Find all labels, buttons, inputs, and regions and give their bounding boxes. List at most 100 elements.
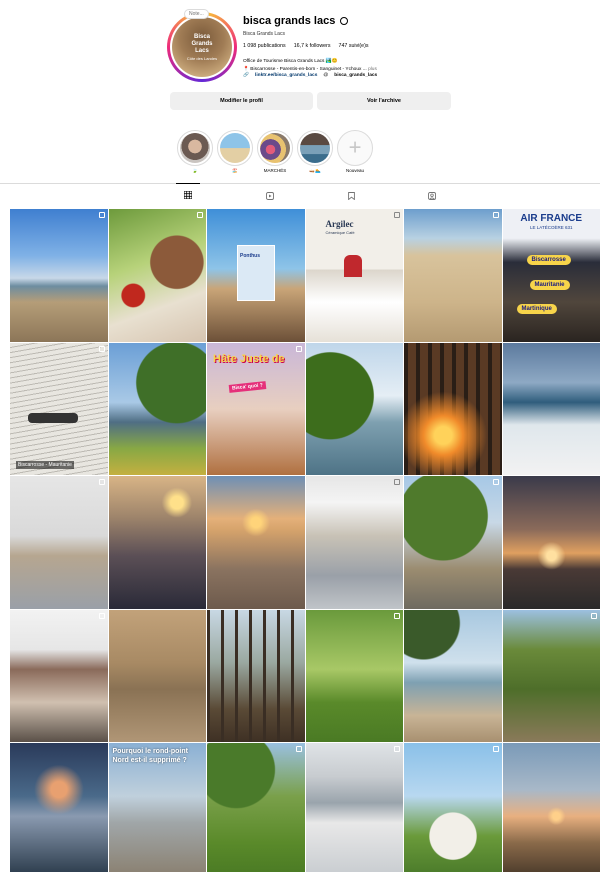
post-24[interactable] (502, 609, 600, 743)
new-highlight-label: Nouveau (345, 168, 364, 173)
carousel-icon (492, 479, 499, 486)
post-11[interactable] (404, 342, 502, 476)
profile-avatar[interactable]: Bisca Grands Lacs Côte des Landes (167, 12, 237, 82)
carousel-icon (98, 345, 105, 352)
view-archive-button[interactable]: Voir l'archive (317, 92, 451, 110)
avatar-logo-subtext: Côte des Landes (186, 55, 218, 61)
note-bubble[interactable]: Note... (184, 9, 209, 19)
highlight-1-image (180, 133, 210, 163)
post-17[interactable] (404, 476, 502, 609)
reels-icon (266, 192, 274, 200)
post-18[interactable] (502, 476, 600, 609)
highlight-2[interactable] (217, 130, 253, 166)
new-highlight-button[interactable]: + (337, 130, 373, 166)
highlight-4-image (300, 133, 330, 163)
post-13[interactable] (10, 476, 108, 609)
bio-more-link[interactable]: plus (368, 67, 377, 72)
post-4[interactable]: Argilec Céramique Café (305, 209, 403, 342)
carousel-icon (492, 212, 499, 218)
tab-reels[interactable] (258, 186, 282, 206)
pink-subtitle: Bisca' quoi ? (228, 380, 267, 393)
carousel-icon (394, 212, 400, 218)
carousel-icon (295, 746, 302, 753)
seaplane-image (28, 412, 78, 423)
following-count[interactable]: 747 suivi(e)s (339, 43, 369, 49)
post-20[interactable] (108, 609, 206, 743)
tab-posts[interactable] (176, 183, 200, 206)
username-row: bisca grands lacs (243, 15, 349, 27)
post-28[interactable] (305, 743, 403, 872)
post-25[interactable] (10, 743, 108, 872)
post-16[interactable] (305, 476, 403, 609)
threads-small-icon: @ (323, 73, 329, 78)
username: bisca grands lacs (243, 15, 336, 27)
highlight-2-image (220, 133, 250, 163)
link-icon: 🔗 (243, 73, 249, 78)
post-6[interactable]: AIR FRANCE LE LATÉCOÈRE 631 Biscarrosse … (502, 209, 600, 342)
bookmark-icon (347, 192, 355, 200)
carousel-icon (394, 479, 400, 486)
bio: Office de Tourisme Bisca Grands Lacs 🏞️😊… (243, 58, 443, 73)
carousel-icon (591, 612, 597, 619)
bio-line-2: 📍 Biscarrosse - Parentis-en-born - Sangu… (243, 66, 367, 72)
carousel-icon (295, 345, 302, 352)
post-15[interactable] (207, 476, 305, 609)
post-7[interactable]: Biscarrosse - Mauritanie (10, 342, 108, 476)
post-14[interactable] (108, 476, 206, 609)
tag-martinique: Martinique (516, 304, 557, 314)
display-name: Bisca Grands Lacs (243, 31, 285, 37)
grid-icon (184, 191, 192, 199)
highlight-3-label: MARCHÉS (263, 168, 287, 173)
post-21[interactable] (207, 609, 305, 743)
tab-tagged[interactable] (420, 186, 444, 206)
avatar-ring: Bisca Grands Lacs Côte des Landes (170, 15, 234, 79)
carousel-icon (492, 746, 499, 753)
newspaper-caption: Biscarrosse - Mauritanie (16, 461, 74, 470)
post-22[interactable] (305, 609, 403, 743)
post-1[interactable] (10, 209, 108, 342)
tabs-divider (0, 183, 600, 184)
highlight-1[interactable] (177, 130, 213, 166)
highlight-4-label: 🛶🏊 (309, 168, 321, 173)
carousel-icon (98, 612, 105, 619)
person-image (343, 255, 362, 277)
highlight-4[interactable] (297, 130, 333, 166)
post-26[interactable]: Pourquoi le rond-point Nord est-il suppr… (108, 743, 206, 872)
highlight-2-label: 🏖️ (232, 168, 238, 173)
bio-link[interactable]: linktr.ee/bisca_grands_lacs (255, 73, 317, 78)
post-12[interactable] (502, 342, 600, 476)
tag-biscarrosse: Biscarrosse (526, 255, 571, 265)
post-10[interactable] (305, 342, 403, 476)
highlight-3[interactable] (257, 130, 293, 166)
post-9[interactable]: Hâte Juste de Bisca' quoi ? (207, 342, 305, 476)
threads-handle[interactable]: bisca_grands_lacs (334, 73, 377, 78)
post-5[interactable] (404, 209, 502, 342)
booklet-title: Ponthus (240, 253, 260, 259)
plus-icon: + (348, 134, 362, 160)
banner-subtitle: LE LATÉCOÈRE 631 (530, 225, 573, 230)
threads-icon[interactable] (340, 17, 349, 25)
post-29[interactable] (404, 743, 502, 872)
bio-line-1: Office de Tourisme Bisca Grands Lacs 🏞️😊 (243, 59, 338, 64)
posts-count: 1 098 publications (243, 43, 286, 49)
highlight-3-image (260, 133, 290, 163)
avatar-image: Bisca Grands Lacs Côte des Landes (172, 17, 232, 77)
posts-grid: Ponthus Argilec Céramique Café AIR FRANC… (10, 209, 600, 872)
post-8[interactable] (108, 342, 206, 476)
shop-sign: Argilec (325, 219, 354, 229)
headline-text: Hâte Juste de (213, 352, 285, 365)
followers-count[interactable]: 16,7 k followers (294, 43, 331, 49)
post-30[interactable] (502, 743, 600, 872)
post-23[interactable] (404, 609, 502, 743)
post-2[interactable] (108, 209, 206, 342)
post-27[interactable] (207, 743, 305, 872)
post-3[interactable]: Ponthus (207, 209, 305, 342)
edit-profile-button[interactable]: Modifier le profil (170, 92, 313, 110)
profile-stats: 1 098 publications 16,7 k followers 747 … (243, 43, 369, 49)
post-19[interactable] (10, 609, 108, 743)
carousel-icon (394, 746, 400, 753)
tagged-user-icon (428, 192, 436, 200)
carousel-icon (394, 612, 400, 619)
tab-saved[interactable] (339, 186, 363, 206)
highlight-1-label: 🍃 (192, 168, 198, 173)
